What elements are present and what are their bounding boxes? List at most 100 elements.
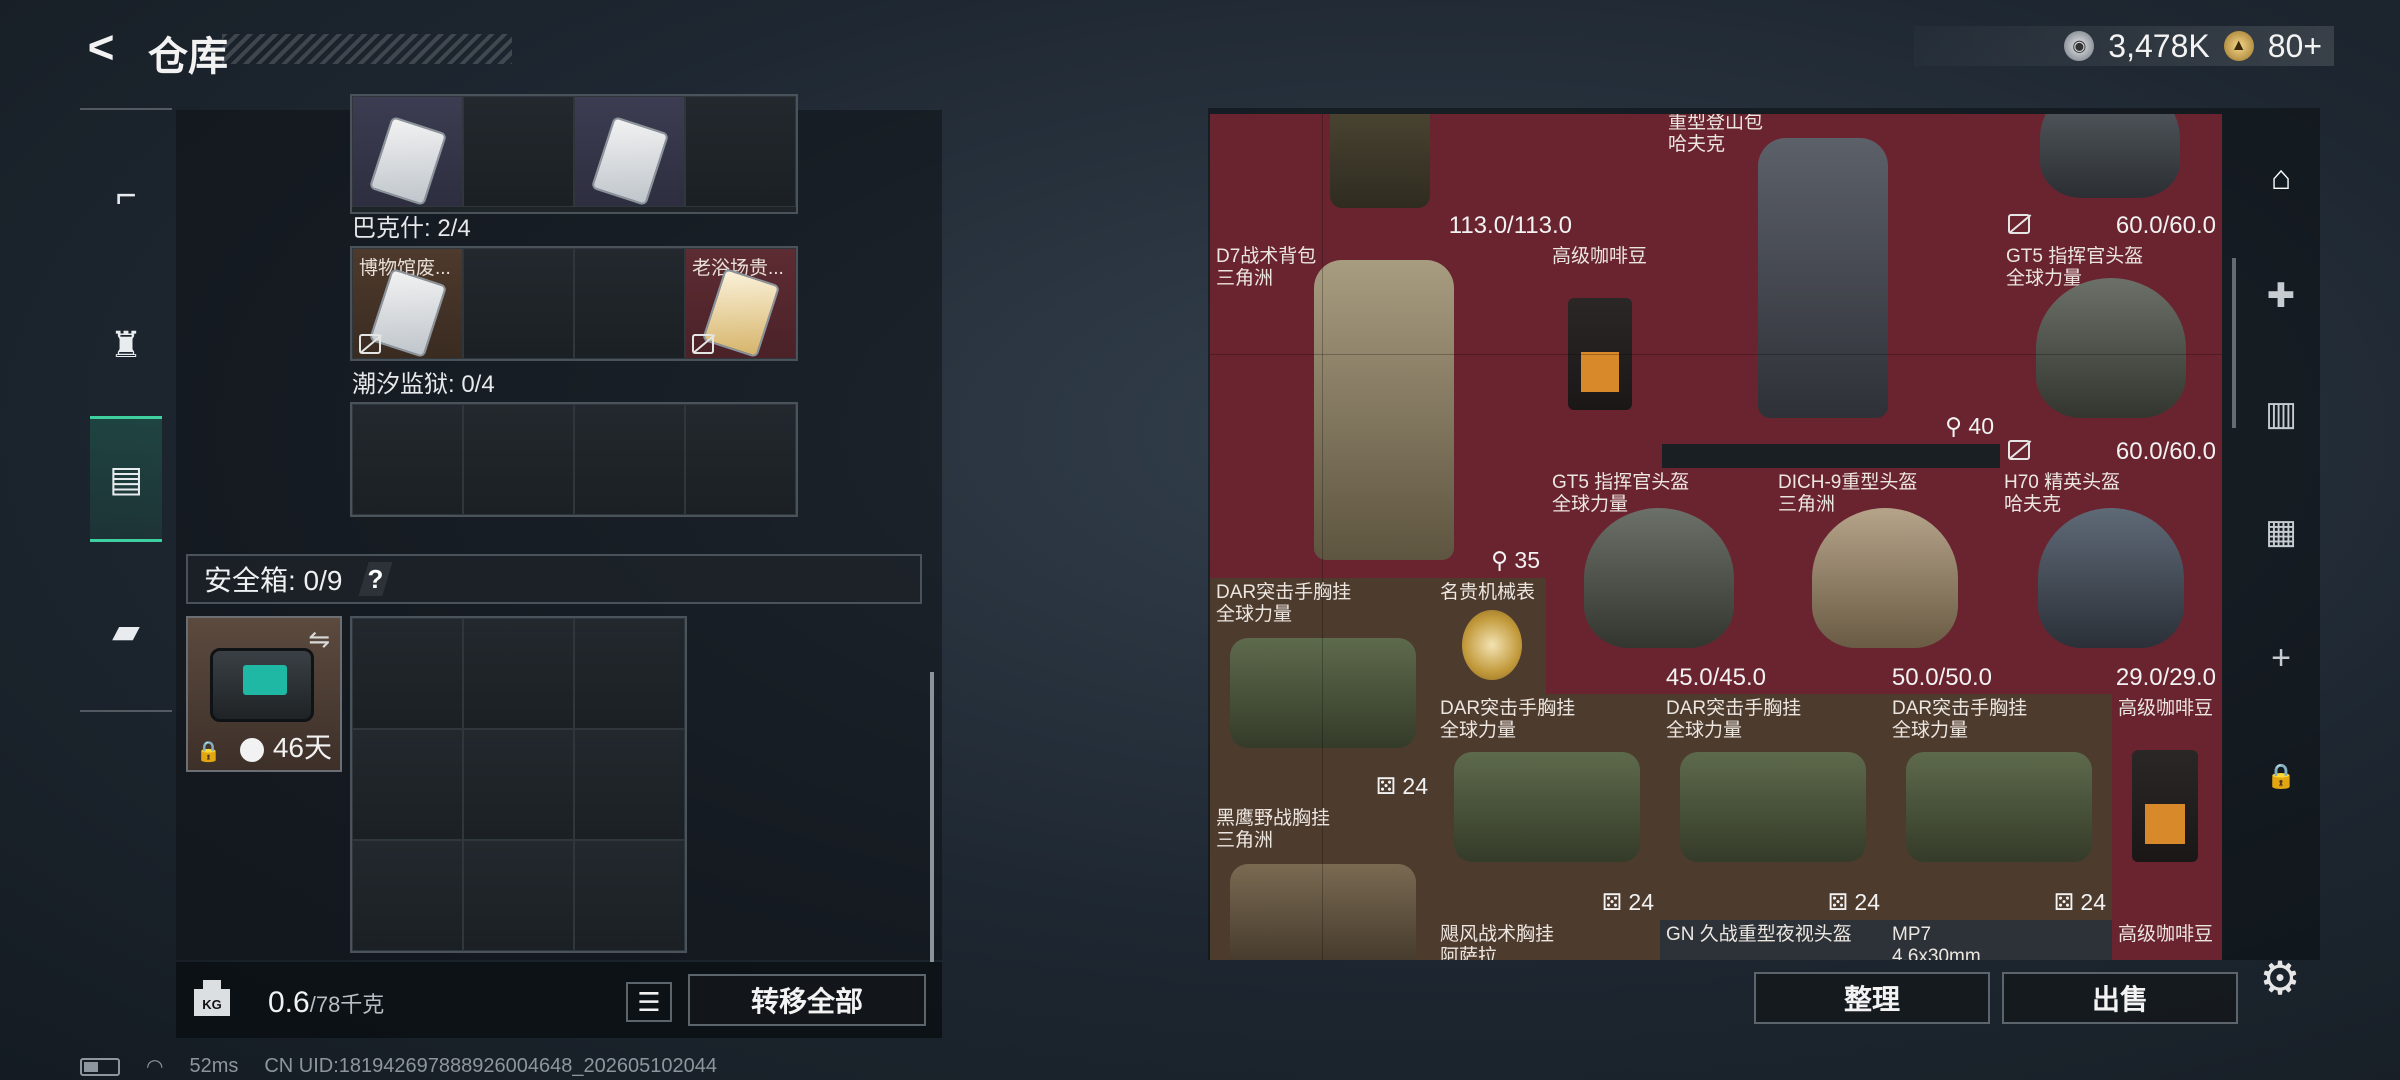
stash-item-gn-nvg[interactable]: GN 久战重型夜视头盔 xyxy=(1660,920,1886,960)
left-scrollbar[interactable] xyxy=(930,672,934,962)
transfer-all-button[interactable]: 转移全部 xyxy=(688,974,926,1026)
item-count: ⚲ 40 xyxy=(1945,413,1994,439)
weight-current: 0.6 xyxy=(268,986,310,1019)
safebox-header: 安全箱: 0/9 ? xyxy=(186,554,922,604)
grid-slot[interactable] xyxy=(574,729,685,840)
key-card-icon xyxy=(590,115,670,207)
grid-slot[interactable] xyxy=(574,840,685,951)
grid-slot[interactable] xyxy=(352,729,463,840)
grid-slot[interactable] xyxy=(463,96,574,207)
vest-icon xyxy=(1906,752,2092,862)
grid-slot[interactable] xyxy=(463,840,574,951)
safebox-item[interactable]: ⇋ 🔒 46天 xyxy=(186,616,342,772)
folder-icon: ▦ xyxy=(2264,513,2298,551)
backpack-icon xyxy=(1330,114,1430,208)
list-view-button[interactable]: ☰ xyxy=(626,982,672,1022)
status-bar: ◠ 52ms CN UID:18194269788892600464​8_202… xyxy=(80,1054,717,1079)
item-name: 高级咖啡豆 xyxy=(2118,698,2214,719)
durability: 60.0/60.0 xyxy=(2115,212,2216,239)
grid-slot[interactable] xyxy=(463,618,574,729)
lock-tab-button[interactable]: 🔒 xyxy=(2242,736,2320,816)
sell-button[interactable]: 出售 xyxy=(2002,972,2238,1024)
item-count: ⚄ 24 xyxy=(2054,889,2106,915)
stash-item-coffee-1[interactable]: 高级咖啡豆 xyxy=(1546,242,1662,468)
item-count: ⚄ 24 xyxy=(1376,773,1428,799)
stash-item-dich9-helmet[interactable]: DICH-9重型头盔 三角洲 50.0/50.0 xyxy=(1772,468,1998,694)
ammo-button[interactable]: ▥ xyxy=(2242,374,2320,454)
item-count: ⚄ 24 xyxy=(1828,889,1880,915)
safebox-case-icon xyxy=(210,648,314,722)
grid-slot[interactable] xyxy=(352,618,463,729)
stash-item-watch[interactable]: 名贵机械表 xyxy=(1434,578,1546,694)
section-bakeshi: 巴克什: 2/4 xyxy=(352,215,471,242)
stash-item-dar-vest-4[interactable]: DAR突击手胸挂 全球力量 ⚄ 24 xyxy=(1886,694,2112,920)
stash-scrollbar[interactable] xyxy=(2232,258,2236,428)
section-tide-prison: 潮汐监狱: 0/4 xyxy=(352,371,495,398)
bakeshi-grid xyxy=(350,94,798,214)
settings-button[interactable]: ⚙ xyxy=(2254,952,2306,1004)
help-button[interactable]: ? xyxy=(358,562,393,596)
grid-slot[interactable] xyxy=(574,248,685,359)
no-drop-icon xyxy=(2008,214,2030,234)
folder-button[interactable]: ▦ xyxy=(2242,492,2320,572)
stash-item-top-left-bag[interactable]: 113.0/113.0 xyxy=(1210,114,1578,242)
sort-button[interactable]: 整理 xyxy=(1754,972,1990,1024)
battery-icon xyxy=(80,1057,120,1076)
lock-icon: 🔒 xyxy=(2266,762,2296,790)
toolkit-tab-icon: ▰ xyxy=(112,610,140,651)
stash-item-typhoon-vest[interactable]: 飓风战术胸挂 阿萨拉 xyxy=(1434,920,1660,960)
grid-slot[interactable] xyxy=(352,96,463,207)
grid-slot[interactable] xyxy=(463,404,574,515)
grid-slot[interactable] xyxy=(352,840,463,951)
weight-icon: KG xyxy=(194,980,230,1016)
grid-slot-bath[interactable]: 老浴场贵... xyxy=(685,248,796,359)
stash-item-coffee-2[interactable]: 高级咖啡豆 xyxy=(2112,694,2222,920)
nav-weapons[interactable]: ⌐ xyxy=(90,150,162,240)
grid-slot[interactable] xyxy=(685,404,796,515)
stash-tab-button[interactable]: ⌂ xyxy=(2242,138,2320,218)
nav-container[interactable]: ▤ xyxy=(90,416,162,542)
durability: 45.0/45.0 xyxy=(1665,664,1766,691)
container-tab-icon: ▤ xyxy=(108,458,143,499)
grid-slot[interactable] xyxy=(463,729,574,840)
gold-coin-icon: ▲ xyxy=(2223,31,2254,61)
stash-item-mp7[interactable]: MP7 4.6x30mm xyxy=(1886,920,2112,960)
item-name: 高级咖啡豆 xyxy=(2118,924,2214,945)
add-tab-button[interactable]: + xyxy=(2242,618,2320,698)
item-count: ⚲ 35 xyxy=(1491,547,1540,573)
nav-toolkit[interactable]: ▰ xyxy=(90,586,162,676)
coffee-bag-icon xyxy=(2132,750,2198,862)
grid-slot[interactable] xyxy=(463,248,574,359)
medical-add-button[interactable]: ✚ xyxy=(2242,256,2320,336)
stash-item-dar-vest-3[interactable]: DAR突击手胸挂 全球力量 ⚄ 24 xyxy=(1660,694,1886,920)
grid-slot[interactable] xyxy=(352,404,463,515)
stash-item-dar-vest-2[interactable]: DAR突击手胸挂 全球力量 ⚄ 24 xyxy=(1434,694,1660,920)
item-name: 黑鹰野战胸挂 三角洲 xyxy=(1216,808,1331,851)
stash-item-heavy-pack[interactable]: 重型登山包 哈夫克 ⚲ 40 xyxy=(1662,114,2000,444)
grid-slot-museum[interactable]: 博物馆废... xyxy=(352,248,463,359)
back-button[interactable]: < xyxy=(78,21,124,73)
stash-item-d7-pack[interactable]: D7战术背包 三角洲 ⚲ 35 xyxy=(1210,242,1546,578)
stash-item-coffee-3[interactable]: 高级咖啡豆 xyxy=(2112,920,2222,960)
grid-slot[interactable] xyxy=(574,618,685,729)
helmet-icon xyxy=(2040,114,2180,198)
stash-item-gt5-helmet-2[interactable]: GT5 指挥官头盔 全球力量 45.0/45.0 xyxy=(1546,468,1772,694)
stash-item-h70-helmet[interactable]: H70 精英头盔 哈夫克 29.0/29.0 xyxy=(1998,468,2222,694)
title-decoration xyxy=(222,34,512,64)
nav-backpack[interactable]: ♜ xyxy=(90,300,162,390)
item-name: 重型登山包 哈夫克 xyxy=(1668,114,1764,155)
gold-value[interactable]: 80+ xyxy=(2268,28,2322,65)
grid-slot[interactable] xyxy=(574,96,685,207)
no-drop-icon xyxy=(692,334,714,354)
item-name: GN 久战重型夜视头盔 xyxy=(1666,924,1852,945)
grid-slot[interactable] xyxy=(574,404,685,515)
stash-item-gt5-helmet-1[interactable]: GT5 指挥官头盔 全球力量 60.0/60.0 xyxy=(2000,242,2222,468)
grid-slot[interactable] xyxy=(685,96,796,207)
clock-icon xyxy=(240,738,264,762)
ammo-icon: ▥ xyxy=(2264,395,2298,433)
grid-line xyxy=(1210,354,2222,355)
vest-icon xyxy=(1454,752,1640,862)
stash-item-top-right-helmet[interactable]: 60.0/60.0 xyxy=(2000,114,2222,242)
weapon-tab-icon: ⌐ xyxy=(115,174,137,215)
swap-icon[interactable]: ⇋ xyxy=(308,624,330,655)
